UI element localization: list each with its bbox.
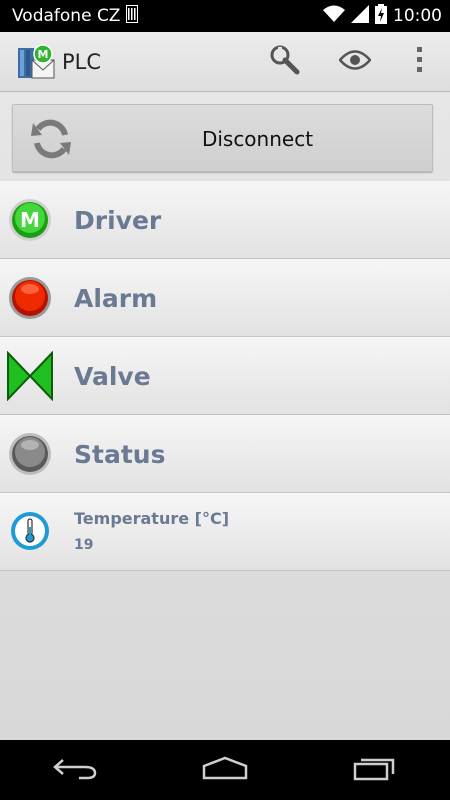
valve-icon — [6, 350, 54, 402]
list-item-alarm[interactable]: Alarm — [0, 259, 450, 337]
home-button[interactable] — [180, 740, 270, 800]
app-title: PLC — [62, 49, 102, 74]
refresh-icon — [29, 117, 73, 161]
list-item-driver[interactable]: M Driver — [0, 181, 450, 259]
alarm-led-icon — [8, 276, 52, 320]
back-button[interactable] — [30, 740, 120, 800]
disconnect-button[interactable]: Disconnect — [12, 104, 433, 172]
cell-signal-icon — [351, 4, 369, 28]
item-list: M Driver Alarm Valve Status Temperature … — [0, 181, 450, 571]
battery-icon — [375, 3, 387, 29]
view-button[interactable] — [320, 32, 390, 92]
thermometer-icon — [10, 511, 50, 551]
overflow-menu-icon — [416, 46, 424, 78]
svg-text:M: M — [20, 208, 40, 232]
list-item-status[interactable]: Status — [0, 415, 450, 493]
sim-card-icon — [126, 4, 139, 28]
wifi-icon — [323, 5, 345, 28]
wrench-icon — [269, 44, 301, 80]
item-label-status: Status — [74, 439, 166, 469]
navigation-bar — [0, 740, 450, 800]
list-item-valve[interactable]: Valve — [0, 337, 450, 415]
content-area: Disconnect M Driver Alarm Valve Status T… — [0, 92, 450, 740]
item-label-valve: Valve — [74, 361, 151, 391]
recent-apps-button[interactable] — [330, 740, 420, 800]
eye-icon — [338, 49, 372, 75]
item-label-driver: Driver — [74, 205, 162, 235]
sensor-value: 19 — [74, 537, 94, 553]
back-arrow-icon — [53, 756, 97, 784]
item-label-alarm: Alarm — [74, 283, 158, 313]
action-bar: M PLC — [0, 32, 450, 92]
status-led-icon — [8, 432, 52, 476]
home-icon — [201, 756, 249, 784]
carrier-name: Vodafone CZ — [12, 6, 121, 26]
recent-apps-icon — [353, 755, 397, 785]
status-bar: Vodafone CZ 10:00 — [0, 0, 450, 32]
disconnect-label: Disconnect — [201, 127, 314, 151]
driver-m-icon: M — [8, 198, 52, 242]
sensor-title: Temperature [°C] — [74, 509, 230, 528]
settings-button[interactable] — [250, 32, 320, 92]
clock: 10:00 — [393, 6, 442, 26]
app-logo-icon: M — [16, 42, 56, 82]
svg-text:M: M — [38, 48, 49, 61]
list-item-temperature[interactable]: Temperature [°C] 19 — [0, 493, 450, 571]
overflow-menu-button[interactable] — [390, 32, 450, 92]
